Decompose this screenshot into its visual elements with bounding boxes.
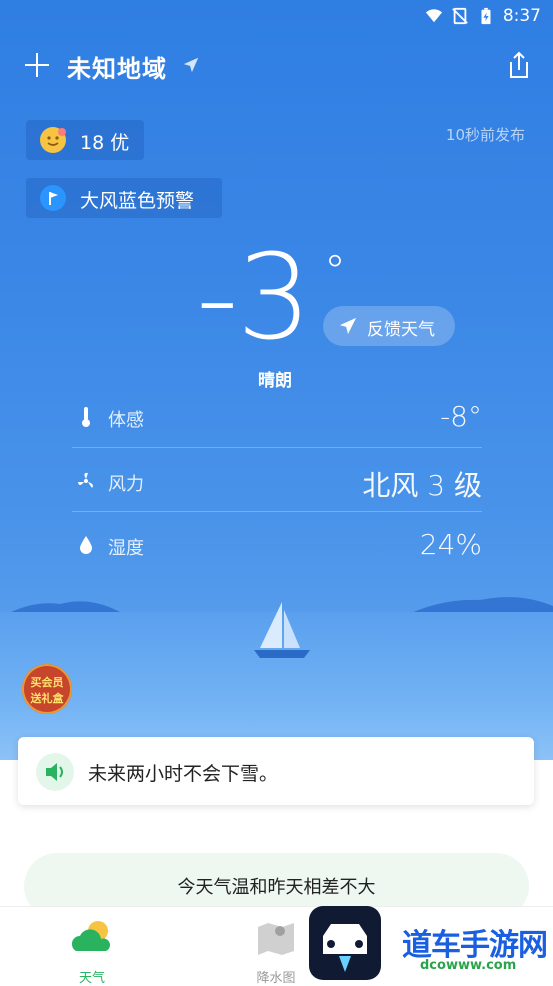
smiley-face-icon <box>40 127 66 153</box>
nowcast-text: 未来两小时不会下雪。 <box>88 763 279 785</box>
degree-symbol: ° <box>324 246 346 297</box>
speaker-icon[interactable] <box>36 753 74 791</box>
air-quality-value: 18 优 <box>80 132 130 154</box>
no-sim-icon <box>451 7 468 25</box>
detail-name: 风力 <box>108 474 144 495</box>
status-time: 8:37 <box>502 6 541 26</box>
sailboat-illustration <box>254 602 310 658</box>
share-icon[interactable] <box>505 50 533 80</box>
detail-value: 北风 3 级 <box>362 469 482 502</box>
publish-time: 10秒前发布 <box>445 126 525 144</box>
wifi-icon <box>425 9 442 23</box>
vip-line1: 买会员 <box>30 676 64 689</box>
add-city-button[interactable] <box>24 52 50 78</box>
battery-charging-icon <box>481 7 491 25</box>
detail-row-feels-like: 体感 -8° <box>72 386 482 448</box>
tab-label: 降水图 <box>256 971 296 986</box>
divider <box>72 511 482 512</box>
detail-value: -8° <box>440 400 482 433</box>
detail-name: 湿度 <box>108 538 144 559</box>
nowcast-card[interactable]: 未来两小时不会下雪。 <box>18 737 534 805</box>
detail-row-humidity: 湿度 24% <box>72 514 482 576</box>
tab-label: 天气 <box>78 971 105 986</box>
location-arrow-icon <box>183 57 199 73</box>
map-pin-icon <box>258 923 294 955</box>
watermark-url: dcowww.com <box>420 958 517 973</box>
app-overlay-icon[interactable] <box>309 906 381 980</box>
feedback-weather-button[interactable]: 反馈天气 <box>323 306 455 346</box>
cloud-sun-icon <box>71 921 110 951</box>
header: 未知地域 <box>0 44 553 92</box>
detail-value: 24% <box>419 528 482 561</box>
feedback-label: 反馈天气 <box>367 320 435 340</box>
vip-line2: 送礼盒 <box>30 692 64 705</box>
current-temperature: -3 <box>196 228 312 366</box>
detail-name: 体感 <box>108 410 144 431</box>
paper-plane-icon <box>339 317 357 335</box>
divider <box>72 447 482 448</box>
thermometer-icon <box>82 407 90 427</box>
vip-gift-badge[interactable]: 买会员 送礼盒 <box>22 664 72 714</box>
detail-row-wind: 风力 北风 3 级 <box>72 450 482 512</box>
air-quality-chip[interactable]: 18 优 <box>26 120 144 160</box>
weather-warning-chip[interactable]: 大风蓝色预警 <box>26 178 222 218</box>
location-title[interactable]: 未知地域 <box>67 49 167 84</box>
warning-label: 大风蓝色预警 <box>80 190 195 212</box>
status-bar: 8:37 <box>425 4 541 28</box>
droplet-icon <box>80 536 92 554</box>
compare-text: 今天气温和昨天相差不大 <box>177 877 376 898</box>
fan-icon <box>78 472 93 488</box>
wind-flag-icon <box>40 185 66 211</box>
